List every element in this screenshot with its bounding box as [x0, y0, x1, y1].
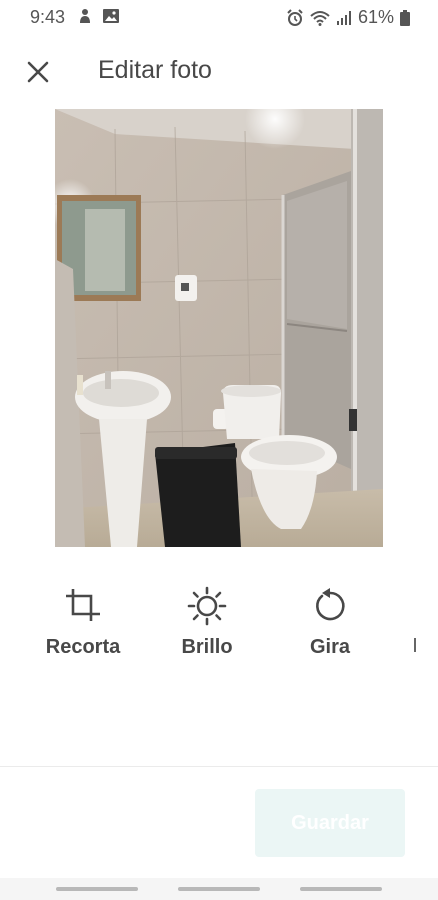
edit-tools: Recorta Brillo Gira [0, 586, 438, 666]
brightness-tool-label: Brillo [181, 636, 233, 658]
wifi-icon [310, 10, 330, 26]
rotate-icon [316, 588, 345, 621]
nav-home-button[interactable] [178, 887, 260, 891]
system-nav-bar [0, 878, 438, 900]
status-time: 9:43 [30, 7, 66, 27]
page-title: Editar foto [98, 56, 212, 84]
status-notification-icons [78, 8, 120, 24]
tools-scroll-indicator [414, 638, 416, 652]
notification-app-icon [80, 9, 90, 23]
crop-icon [66, 589, 100, 621]
nav-recents-button[interactable] [56, 887, 138, 891]
signal-icon [336, 10, 351, 25]
crop-tool-button[interactable]: Recorta [28, 586, 138, 659]
close-icon [27, 61, 49, 83]
rotate-tool-button[interactable]: Gira [275, 586, 385, 659]
alarm-icon [287, 8, 303, 26]
header: Editar foto [0, 50, 438, 94]
gallery-icon [103, 9, 119, 23]
battery-percent: 61% [357, 7, 394, 27]
status-bar: 9:43 61% [0, 0, 438, 34]
save-button[interactable]: Guardar [255, 789, 405, 857]
bathroom-photo [55, 109, 383, 547]
brightness-tool-button[interactable]: Brillo [152, 586, 262, 659]
battery-icon [400, 9, 410, 26]
brightness-icon [187, 586, 227, 626]
nav-back-button[interactable] [300, 887, 382, 891]
status-system-icons: 61% [286, 7, 410, 28]
crop-tool-label: Recorta [45, 636, 121, 658]
close-button[interactable] [24, 58, 52, 86]
footer-divider [0, 766, 438, 767]
rotate-tool-label: Gira [309, 636, 351, 658]
photo-preview [55, 109, 383, 547]
